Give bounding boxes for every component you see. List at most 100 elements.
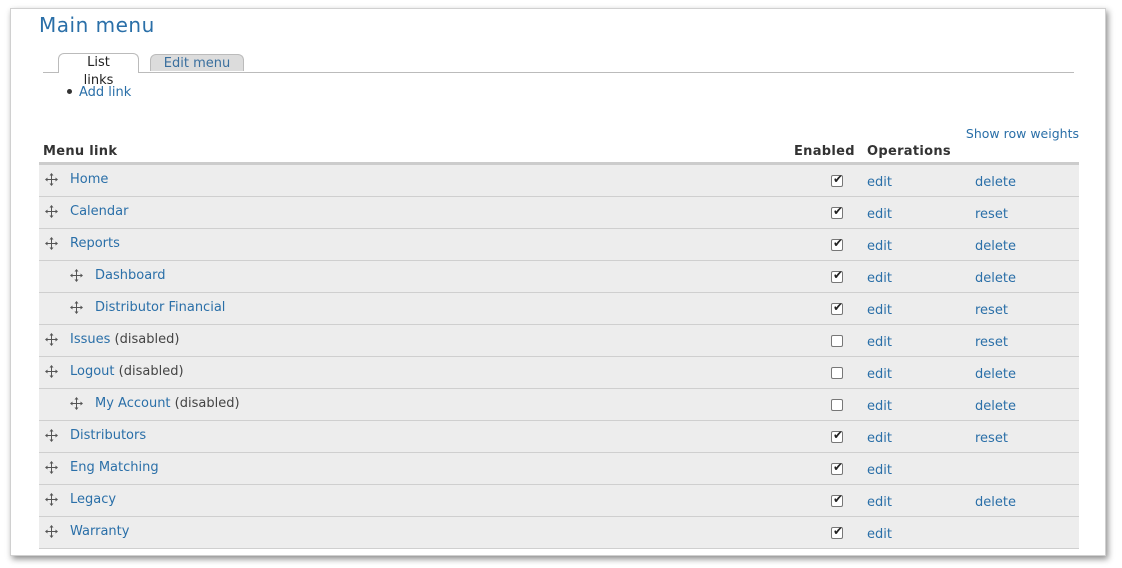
check-icon: ✔ — [833, 204, 844, 218]
table-row: Calendar ✔ edit reset — [39, 197, 1079, 229]
enabled-checkbox[interactable]: ✔ — [831, 492, 844, 507]
add-link-link[interactable]: Add link — [79, 85, 131, 100]
edit-link[interactable]: edit — [867, 271, 892, 286]
tab-edit-menu[interactable]: Edit menu — [150, 54, 244, 71]
menu-links-table: Menu link Enabled Operations Home ✔ edit de… — [39, 143, 1079, 549]
check-icon: ✔ — [833, 172, 844, 186]
menu-link[interactable]: Home — [70, 172, 108, 187]
drag-handle-icon[interactable] — [45, 173, 58, 186]
drag-handle-icon[interactable] — [45, 365, 58, 378]
disabled-note: (disabled) — [118, 364, 184, 379]
edit-link[interactable]: edit — [867, 207, 892, 222]
drag-handle-icon[interactable] — [45, 461, 58, 474]
drag-handle-icon[interactable] — [45, 429, 58, 442]
column-header-menu-link: Menu link — [43, 144, 118, 159]
menu-link-label: Reports — [70, 236, 120, 251]
reset-link[interactable]: reset — [975, 303, 1008, 318]
page-frame: Main menu List links Edit menu Add link … — [10, 8, 1106, 556]
drag-handle-icon[interactable] — [45, 493, 58, 506]
table-row: Issues (disabled) edit reset — [39, 325, 1079, 357]
menu-link-label: Logout (disabled) — [70, 364, 184, 379]
check-icon: ✔ — [833, 460, 844, 474]
reset-link[interactable]: reset — [975, 431, 1008, 446]
check-icon: ✔ — [833, 492, 844, 506]
disabled-note: (disabled) — [174, 396, 240, 411]
menu-link[interactable]: Eng Matching — [70, 460, 159, 475]
edit-link[interactable]: edit — [867, 495, 892, 510]
page-title: Main menu — [39, 13, 155, 37]
enabled-checkbox[interactable]: ✔ — [831, 300, 844, 315]
check-icon: ✔ — [833, 428, 844, 442]
table-row: Distributors ✔ edit reset — [39, 421, 1079, 453]
menu-link[interactable]: Legacy — [70, 492, 116, 507]
delete-link[interactable]: delete — [975, 495, 1016, 510]
menu-link[interactable]: Dashboard — [95, 268, 166, 283]
check-icon: ✔ — [833, 300, 844, 314]
edit-link[interactable]: edit — [867, 431, 892, 446]
menu-link[interactable]: Reports — [70, 236, 120, 251]
delete-link[interactable]: delete — [975, 399, 1016, 414]
enabled-checkbox[interactable]: ✔ — [831, 236, 844, 251]
menu-link[interactable]: Calendar — [70, 204, 128, 219]
menu-link[interactable]: Issues — [70, 332, 110, 347]
edit-link[interactable]: edit — [867, 335, 892, 350]
reset-link[interactable]: reset — [975, 207, 1008, 222]
enabled-checkbox[interactable]: ✔ — [831, 204, 844, 219]
menu-link[interactable]: Distributor Financial — [95, 300, 225, 315]
table-row: Warranty ✔ edit — [39, 517, 1079, 549]
enabled-checkbox[interactable] — [831, 367, 843, 379]
column-header-enabled: Enabled — [794, 144, 855, 159]
menu-link[interactable]: Warranty — [70, 524, 129, 539]
check-icon: ✔ — [833, 268, 844, 282]
edit-link[interactable]: edit — [867, 367, 892, 382]
edit-link[interactable]: edit — [867, 239, 892, 254]
menu-link-label: Issues (disabled) — [70, 332, 179, 347]
drag-handle-icon[interactable] — [70, 397, 83, 410]
menu-link-label: Distributors — [70, 428, 146, 443]
enabled-checkbox[interactable]: ✔ — [831, 268, 844, 283]
check-icon: ✔ — [833, 236, 844, 250]
delete-link[interactable]: delete — [975, 271, 1016, 286]
enabled-checkbox[interactable] — [831, 335, 843, 347]
edit-link[interactable]: edit — [867, 463, 892, 478]
menu-link-label: Legacy — [70, 492, 116, 507]
drag-handle-icon[interactable] — [70, 301, 83, 314]
tab-list-links[interactable]: List links — [58, 53, 139, 88]
enabled-checkbox[interactable] — [831, 399, 843, 411]
menu-link-label: Warranty — [70, 524, 129, 539]
edit-link[interactable]: edit — [867, 527, 892, 542]
menu-link-label: Calendar — [70, 204, 128, 219]
enabled-checkbox[interactable]: ✔ — [831, 428, 844, 443]
edit-link[interactable]: edit — [867, 303, 892, 318]
drag-handle-icon[interactable] — [70, 269, 83, 282]
show-row-weights-link[interactable]: Show row weights — [966, 126, 1079, 141]
table-header: Menu link Enabled Operations — [39, 143, 1079, 165]
menu-link[interactable]: My Account — [95, 396, 171, 411]
delete-link[interactable]: delete — [975, 367, 1016, 382]
column-header-operations: Operations — [867, 144, 951, 159]
menu-link-label: Dashboard — [95, 268, 166, 283]
menu-link-label: Distributor Financial — [95, 300, 225, 315]
enabled-checkbox[interactable]: ✔ — [831, 460, 844, 475]
menu-link[interactable]: Logout — [70, 364, 115, 379]
table-row: Reports ✔ edit delete — [39, 229, 1079, 261]
enabled-checkbox[interactable]: ✔ — [831, 524, 844, 539]
menu-link[interactable]: Distributors — [70, 428, 146, 443]
drag-handle-icon[interactable] — [45, 525, 58, 538]
edit-link[interactable]: edit — [867, 175, 892, 190]
delete-link[interactable]: delete — [975, 175, 1016, 190]
drag-handle-icon[interactable] — [45, 205, 58, 218]
menu-link-label: My Account (disabled) — [95, 396, 240, 411]
reset-link[interactable]: reset — [975, 335, 1008, 350]
menu-link-label: Eng Matching — [70, 460, 159, 475]
tab-bar: List links Edit menu — [43, 53, 1074, 88]
enabled-checkbox[interactable]: ✔ — [831, 172, 844, 187]
menu-link-label: Home — [70, 172, 108, 187]
disabled-note: (disabled) — [114, 332, 180, 347]
drag-handle-icon[interactable] — [45, 237, 58, 250]
drag-handle-icon[interactable] — [45, 333, 58, 346]
edit-link[interactable]: edit — [867, 399, 892, 414]
delete-link[interactable]: delete — [975, 239, 1016, 254]
bullet-icon — [67, 89, 72, 94]
check-icon: ✔ — [833, 524, 844, 538]
